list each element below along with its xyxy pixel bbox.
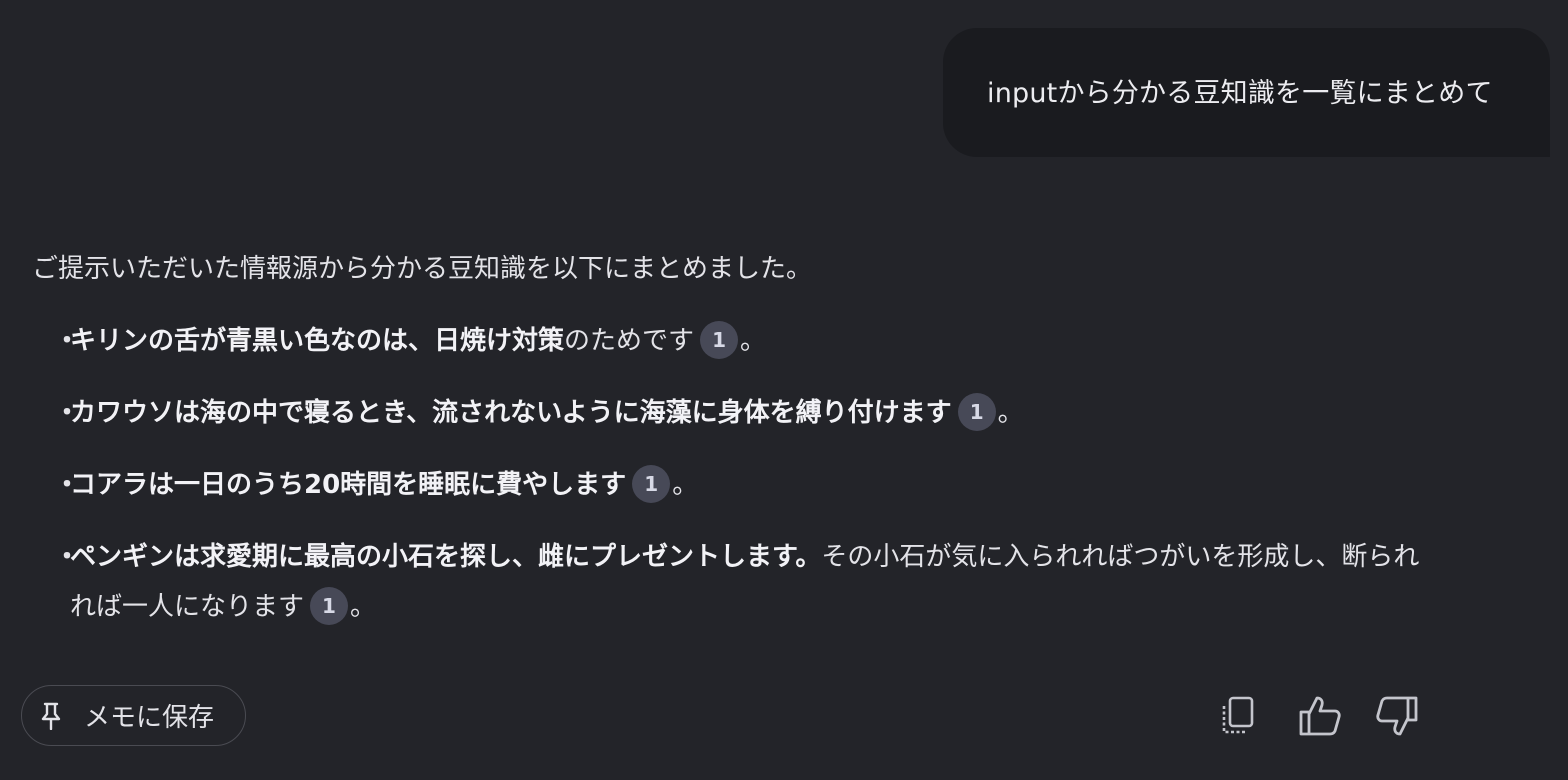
fact-tail: 。 <box>997 398 1024 428</box>
copy-button[interactable] <box>1214 692 1262 740</box>
thumbs-down-button[interactable] <box>1373 692 1421 740</box>
bullet-dot: ・ <box>54 542 81 572</box>
list-item: ・ キリンの舌が青黒い色なのは、日焼け対策のためです 1。 <box>32 316 766 366</box>
user-message-bubble: inputから分かる豆知識を一覧にまとめて <box>943 28 1550 157</box>
fact-bold-text: コアラは一日のうち20時間を睡眠に費やします <box>70 470 627 500</box>
save-button-label: メモに保存 <box>84 703 215 733</box>
fact-tail: 。 <box>740 326 767 356</box>
bullet-dot: ・ <box>54 326 81 356</box>
fact-normal-text: のためです <box>564 326 695 356</box>
fact-bold-text: カワウソは海の中で寝るとき、流されないように海藻に身体を縛り付けます <box>70 398 952 428</box>
chat-page: inputから分かる豆知識を一覧にまとめて ご提示いただいた情報源から分かる豆知… <box>0 0 1568 780</box>
fact-bold-text: ペンギンは求愛期に最高の小石を探し、雌にプレゼントします。 <box>70 542 822 572</box>
model-response: ご提示いただいた情報源から分かる豆知識を以下にまとめました。 ・ キリンの舌が青… <box>32 250 1419 625</box>
thumbs-down-icon <box>1376 696 1418 736</box>
list-item: ・ カワウソは海の中で寝るとき、流されないように海藻に身体を縛り付けます 1。 <box>32 388 1024 438</box>
response-intro: ご提示いただいた情報源から分かる豆知識を以下にまとめました。 <box>32 254 813 284</box>
list-item: ・ コアラは一日のうち20時間を睡眠に費やします 1。 <box>32 460 698 510</box>
list-item: ・ ペンギンは求愛期に最高の小石を探し、雌にプレゼントします。その小石が気に入ら… <box>32 532 1430 632</box>
bullet-dot: ・ <box>54 398 81 428</box>
citation-chip[interactable]: 1 <box>632 464 671 503</box>
fact-tail: 。 <box>350 592 377 622</box>
citation-chip[interactable]: 1 <box>957 392 996 431</box>
bullet-dot: ・ <box>54 470 81 500</box>
fact-tail: 。 <box>672 470 699 500</box>
copy-icon <box>1222 696 1254 734</box>
pin-icon <box>41 702 61 730</box>
citation-chip[interactable]: 1 <box>310 586 349 625</box>
save-to-notes-button[interactable]: メモに保存 <box>21 685 246 746</box>
fact-bold-text: キリンの舌が青黒い色なのは、日焼け対策 <box>70 326 565 356</box>
user-message-text: inputから分かる豆知識を一覧にまとめて <box>987 78 1493 109</box>
thumbs-up-icon <box>1299 696 1341 736</box>
thumbs-up-button[interactable] <box>1296 692 1344 740</box>
citation-chip[interactable]: 1 <box>700 320 739 359</box>
